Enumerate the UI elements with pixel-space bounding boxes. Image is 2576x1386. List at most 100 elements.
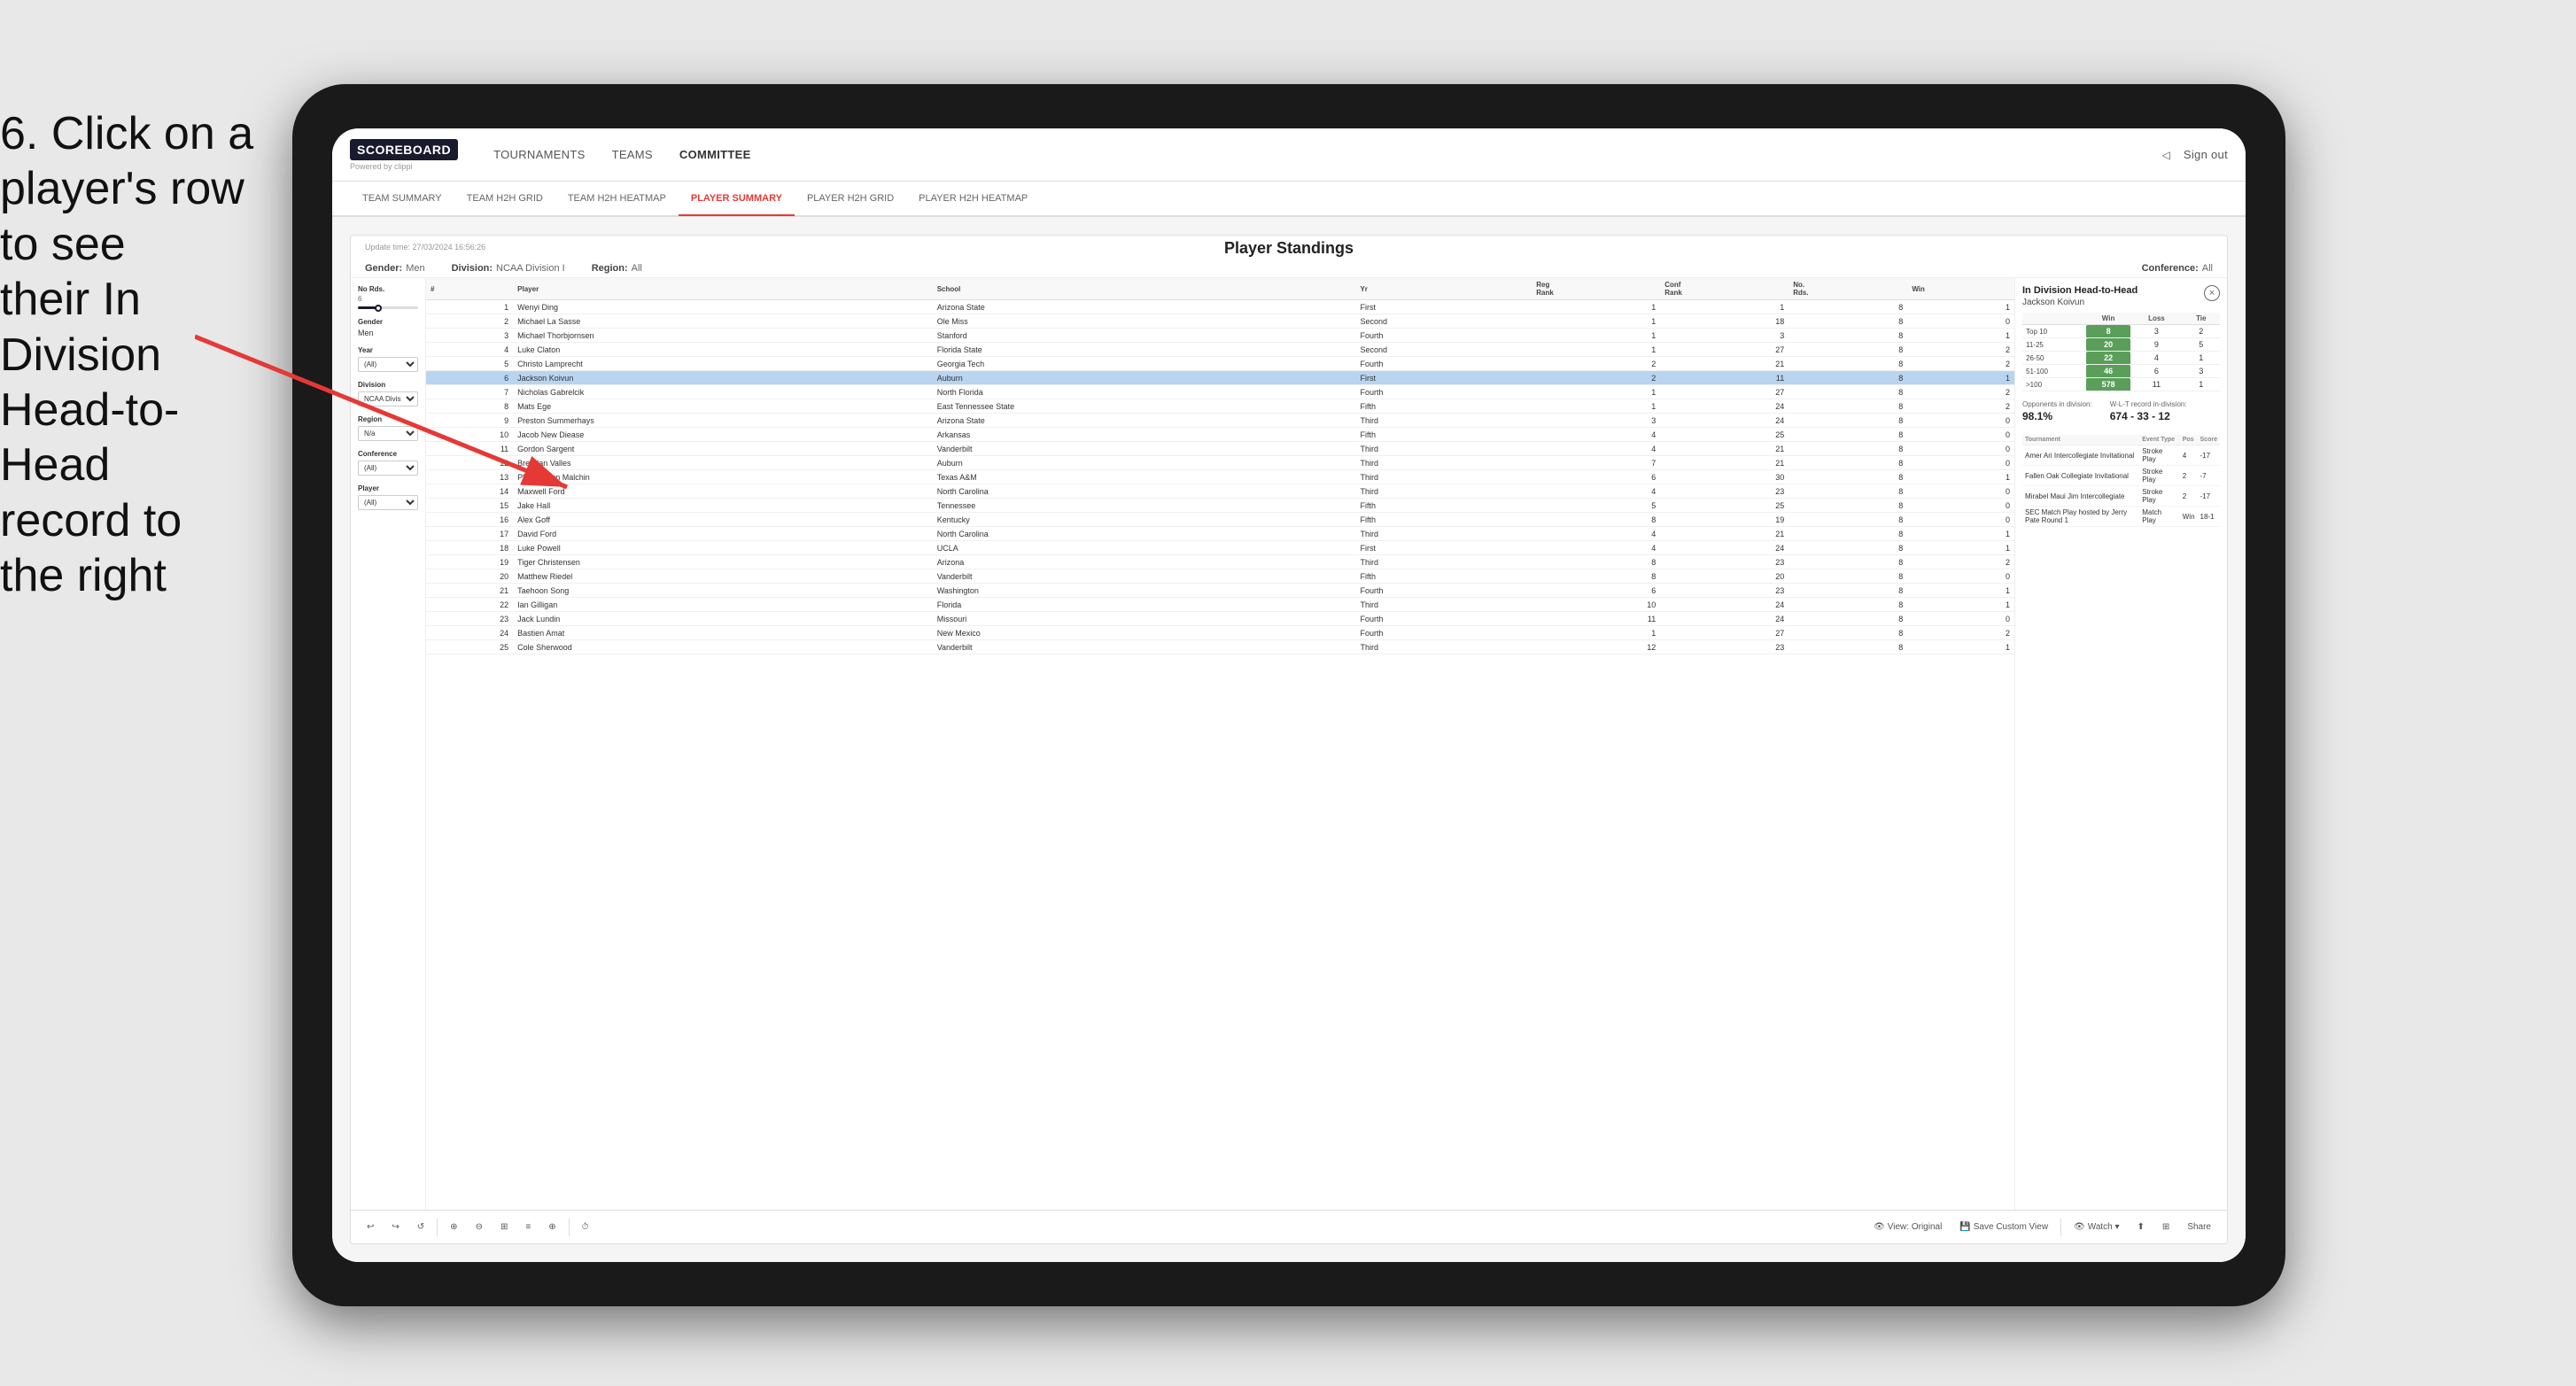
cell-rds: 8 bbox=[1788, 428, 1907, 442]
t-score: -7 bbox=[2198, 466, 2220, 486]
cell-rds: 8 bbox=[1788, 442, 1907, 456]
cell-reg: 2 bbox=[1532, 371, 1660, 385]
h2h-stats-row: Opponents in division: 98.1% W-L-T recor… bbox=[2022, 400, 2220, 428]
card-header: Update time: 27/03/2024 16:56:26 Player … bbox=[351, 236, 2227, 278]
filter-conference-select[interactable]: (All) bbox=[358, 461, 418, 476]
table-row[interactable]: 7 Nicholas Gabrelcik North Florida Fourt… bbox=[426, 385, 2014, 399]
sub-nav-team-summary[interactable]: TEAM SUMMARY bbox=[350, 182, 454, 216]
cell-school: East Tennessee State bbox=[933, 399, 1356, 414]
range-slider[interactable] bbox=[358, 306, 418, 309]
table-row[interactable]: 22 Ian Gilligan Florida Third 10 24 8 1 bbox=[426, 598, 2014, 612]
table-row[interactable]: 4 Luke Claton Florida State Second 1 27 … bbox=[426, 343, 2014, 357]
toolbar-add[interactable]: ⊕ bbox=[543, 1220, 561, 1235]
view-original-btn[interactable]: 👁 View: Original bbox=[1868, 1220, 1947, 1235]
toolbar-icon2[interactable]: ⊞ bbox=[2157, 1220, 2175, 1235]
cell-school: New Mexico bbox=[933, 626, 1356, 640]
sub-nav-team-h2h-heatmap[interactable]: TEAM H2H HEATMAP bbox=[555, 182, 679, 216]
cell-yr: First bbox=[1355, 300, 1532, 314]
t-pos: 2 bbox=[2180, 466, 2198, 486]
toolbar-fit[interactable]: ⊞ bbox=[495, 1220, 513, 1235]
toolbar-zoom-in[interactable]: ⊕ bbox=[445, 1220, 462, 1235]
table-row[interactable]: 5 Christo Lamprecht Georgia Tech Fourth … bbox=[426, 357, 2014, 371]
no-rds-label: No Rds. bbox=[358, 285, 418, 293]
t-name: SEC Match Play hosted by Jerry Pate Roun… bbox=[2022, 507, 2139, 527]
cell-num: 24 bbox=[426, 626, 513, 640]
sub-nav-player-summary[interactable]: PLAYER SUMMARY bbox=[679, 182, 795, 216]
sub-nav-player-h2h-heatmap[interactable]: PLAYER H2H HEATMAP bbox=[906, 182, 1040, 216]
tournament-row: Fallen Oak Collegiate Invitational Strok… bbox=[2022, 466, 2220, 486]
table-row[interactable]: 21 Taehoon Song Washington Fourth 6 23 8… bbox=[426, 584, 2014, 598]
h2h-close-btn[interactable]: × bbox=[2204, 285, 2220, 301]
toolbar-undo[interactable]: ↩ bbox=[361, 1220, 379, 1235]
filter-player-select[interactable]: (All) bbox=[358, 495, 418, 510]
nav-teams[interactable]: TEAMS bbox=[612, 144, 653, 165]
table-row[interactable]: 23 Jack Lundin Missouri Fourth 11 24 8 0 bbox=[426, 612, 2014, 626]
table-row[interactable]: 18 Luke Powell UCLA First 4 24 8 1 bbox=[426, 541, 2014, 555]
cell-school: Tennessee bbox=[933, 499, 1356, 513]
cell-rds: 8 bbox=[1788, 513, 1907, 527]
table-row[interactable]: 12 Brendan Valles Auburn Third 7 21 8 0 bbox=[426, 456, 2014, 470]
cell-yr: Third bbox=[1355, 470, 1532, 484]
sub-nav-team-h2h-grid[interactable]: TEAM H2H GRID bbox=[454, 182, 555, 216]
table-row[interactable]: 19 Tiger Christensen Arizona Third 8 23 … bbox=[426, 555, 2014, 569]
cell-reg: 5 bbox=[1532, 499, 1660, 513]
share-btn[interactable]: Share bbox=[2182, 1220, 2216, 1235]
no-rds-section: No Rds. 6 bbox=[358, 285, 418, 309]
instruction-text: 6. Click on a player's row to see their … bbox=[0, 106, 257, 604]
table-row[interactable]: 25 Cole Sherwood Vanderbilt Third 12 23 … bbox=[426, 640, 2014, 654]
cell-conf: 30 bbox=[1660, 470, 1788, 484]
t-pos: Win bbox=[2180, 507, 2198, 527]
cell-player: Bastien Amat bbox=[513, 626, 933, 640]
filter-player-label: Player bbox=[358, 484, 418, 492]
table-row[interactable]: 15 Jake Hall Tennessee Fifth 5 25 8 0 bbox=[426, 499, 2014, 513]
table-row[interactable]: 1 Wenyi Ding Arizona State First 1 1 8 1 bbox=[426, 300, 2014, 314]
h2h-row-win: 20 bbox=[2086, 338, 2130, 352]
cell-num: 22 bbox=[426, 598, 513, 612]
table-row[interactable]: 14 Maxwell Ford North Carolina Third 4 2… bbox=[426, 484, 2014, 499]
toolbar-redo[interactable]: ↪ bbox=[386, 1220, 404, 1235]
col-win: Win bbox=[1907, 278, 2014, 300]
cell-reg: 1 bbox=[1532, 399, 1660, 414]
cell-conf: 23 bbox=[1660, 484, 1788, 499]
filter-division-select[interactable]: NCAA Division I bbox=[358, 391, 418, 407]
cell-num: 20 bbox=[426, 569, 513, 584]
h2h-row: >100 578 11 1 bbox=[2022, 378, 2220, 391]
top-nav-items: TOURNAMENTS TEAMS COMMITTEE bbox=[493, 144, 2162, 165]
table-row[interactable]: 3 Michael Thorbjornsen Stanford Fourth 1… bbox=[426, 329, 2014, 343]
table-row[interactable]: 13 Phachakorn Malchin Texas A&M Third 6 … bbox=[426, 470, 2014, 484]
table-row[interactable]: 20 Matthew Riedel Vanderbilt Fifth 8 20 … bbox=[426, 569, 2014, 584]
table-row[interactable]: 6 Jackson Koivun Auburn First 2 11 8 1 bbox=[426, 371, 2014, 385]
toolbar-refresh[interactable]: ↺ bbox=[412, 1220, 430, 1235]
cell-rds: 8 bbox=[1788, 499, 1907, 513]
table-row[interactable]: 16 Alex Goff Kentucky Fifth 8 19 8 0 bbox=[426, 513, 2014, 527]
table-row[interactable]: 24 Bastien Amat New Mexico Fourth 1 27 8… bbox=[426, 626, 2014, 640]
filter-year-select[interactable]: (All) bbox=[358, 357, 418, 372]
cell-player: Phachakorn Malchin bbox=[513, 470, 933, 484]
cell-rds: 8 bbox=[1788, 555, 1907, 569]
watch-btn[interactable]: 👁 Watch ▾ bbox=[2068, 1220, 2124, 1235]
filter-gender-value: Men bbox=[358, 329, 418, 337]
save-custom-view-btn[interactable]: 💾 Save Custom View bbox=[1954, 1220, 2053, 1235]
table-row[interactable]: 11 Gordon Sargent Vanderbilt Third 4 21 … bbox=[426, 442, 2014, 456]
nav-committee[interactable]: COMMITTEE bbox=[679, 144, 751, 165]
toolbar-zoom-out[interactable]: ⊖ bbox=[470, 1220, 488, 1235]
toolbar-clock[interactable]: ⏱ bbox=[577, 1220, 594, 1235]
sign-out-btn[interactable]: Sign out bbox=[2184, 144, 2228, 165]
toolbar-filter[interactable]: ≡ bbox=[520, 1220, 536, 1235]
table-row[interactable]: 9 Preston Summerhays Arizona State Third… bbox=[426, 414, 2014, 428]
tablet-container: SCOREBOARD Powered by clippi TOURNAMENTS… bbox=[292, 84, 2285, 1306]
nav-tournaments[interactable]: TOURNAMENTS bbox=[493, 144, 585, 165]
table-row[interactable]: 2 Michael La Sasse Ole Miss Second 1 18 … bbox=[426, 314, 2014, 329]
logo-sub: Powered by clippi bbox=[350, 162, 458, 171]
table-row[interactable]: 10 Jacob New Diease Arkansas Fifth 4 25 … bbox=[426, 428, 2014, 442]
table-row[interactable]: 17 David Ford North Carolina Third 4 21 … bbox=[426, 527, 2014, 541]
toolbar-icon1[interactable]: ⬆ bbox=[2132, 1220, 2150, 1235]
filter-region-select[interactable]: N/a bbox=[358, 426, 418, 441]
table-row[interactable]: 8 Mats Ege East Tennessee State Fifth 1 … bbox=[426, 399, 2014, 414]
table-body: 1 Wenyi Ding Arizona State First 1 1 8 1… bbox=[426, 300, 2014, 654]
cell-win: 0 bbox=[1907, 612, 2014, 626]
h2h-row-loss: 3 bbox=[2130, 325, 2182, 338]
sub-nav-player-h2h-grid[interactable]: PLAYER H2H GRID bbox=[795, 182, 906, 216]
cell-conf: 25 bbox=[1660, 499, 1788, 513]
cell-conf: 24 bbox=[1660, 399, 1788, 414]
